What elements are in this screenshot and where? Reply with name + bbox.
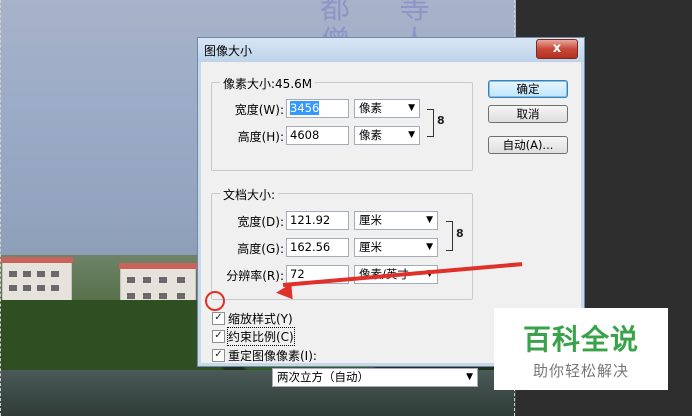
chevron-down-icon: ▼ xyxy=(426,215,433,225)
close-button[interactable]: x xyxy=(536,39,578,59)
resample-label: 重定图像像素(I): xyxy=(228,349,317,363)
resolution-label: 分辨率(R): xyxy=(226,269,284,283)
doc-width-unit-select[interactable]: 厘米 ▼ xyxy=(354,211,438,230)
chevron-down-icon: ▼ xyxy=(426,266,433,283)
doc-width-input[interactable]: 121.92 xyxy=(286,211,349,230)
constrain-proportions-label: 约束比例(C) xyxy=(227,327,295,346)
scale-styles-checkbox[interactable]: ✓ xyxy=(212,312,225,325)
pixel-width-unit-select[interactable]: 像素 ▼ xyxy=(354,99,420,118)
building-left xyxy=(1,257,73,302)
resample-method-select[interactable]: 两次立方（自动） ▼ xyxy=(272,368,478,387)
doc-height-label: 高度(G): xyxy=(237,242,284,256)
pixel-height-label: 高度(H): xyxy=(237,130,284,144)
pixel-dimensions-group: 像素大小:45.6M 宽度(W): 3456 像素 ▼ 高度(H): 4608 像… xyxy=(211,75,473,171)
chain-link-icon: 8 xyxy=(437,114,445,127)
chevron-down-icon: ▼ xyxy=(408,130,415,140)
pixel-height-input[interactable]: 4608 xyxy=(286,126,349,145)
chevron-down-icon: ▼ xyxy=(426,242,433,252)
doc-link-bracket xyxy=(446,221,453,251)
doc-width-label: 宽度(D): xyxy=(237,215,284,229)
chain-link-icon: 8 xyxy=(456,227,464,240)
pixel-width-input[interactable]: 3456 xyxy=(286,99,349,118)
dialog-titlebar[interactable]: 图像大小 x xyxy=(198,38,584,62)
doc-height-unit-select[interactable]: 厘米 ▼ xyxy=(354,238,438,257)
selection-edge-left xyxy=(0,0,1,416)
dialog-title: 图像大小 xyxy=(204,44,253,58)
pixel-dimensions-legend: 像素大小:45.6M xyxy=(220,75,316,92)
document-size-legend: 文档大小: xyxy=(220,186,279,203)
document-size-group: 文档大小: 宽度(D): 121.92 厘米 ▼ 高度(G): 162.56 厘米… xyxy=(211,186,473,300)
ok-button[interactable]: 确定 xyxy=(488,80,568,98)
cancel-button[interactable]: 取消 xyxy=(488,105,568,123)
highlight-circle xyxy=(205,291,225,311)
doc-height-input[interactable]: 162.56 xyxy=(286,238,349,257)
constrain-proportions-checkbox[interactable]: ✓ xyxy=(212,330,225,343)
pixel-link-bracket xyxy=(427,109,434,137)
chevron-down-icon: ▼ xyxy=(466,372,473,382)
site-watermark: 百科全说 助你轻松解决 xyxy=(494,308,668,390)
auto-button[interactable]: 自动(A)... xyxy=(488,136,568,154)
chevron-down-icon: ▼ xyxy=(408,103,415,113)
watermark-title: 百科全说 xyxy=(522,323,639,356)
pixel-width-label: 宽度(W): xyxy=(234,103,284,117)
resample-checkbox[interactable]: ✓ xyxy=(212,349,225,362)
scale-styles-label: 缩放样式(Y) xyxy=(228,312,293,326)
annotation-arrow-icon xyxy=(275,283,293,301)
watermark-subtitle: 助你轻松解决 xyxy=(532,362,629,380)
pixel-height-unit-select[interactable]: 像素 ▼ xyxy=(354,126,420,145)
